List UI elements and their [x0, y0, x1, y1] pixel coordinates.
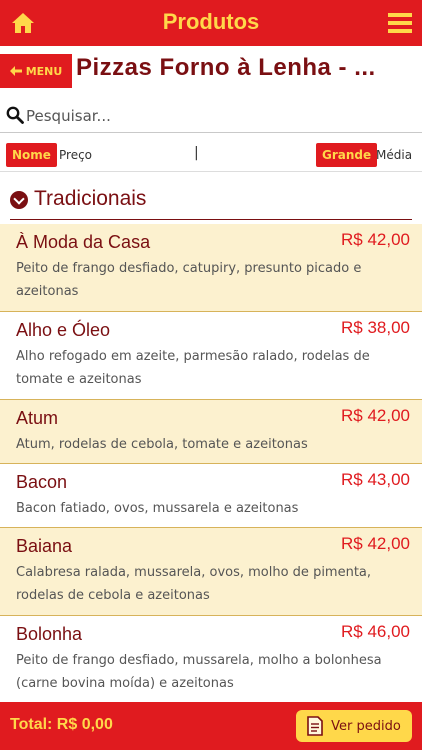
order-total: Total: R$ 0,00	[10, 716, 113, 733]
view-order-label: Ver pedido	[331, 718, 401, 734]
category-header[interactable]: Tradicionais	[10, 186, 412, 220]
product-price: R$ 46,00	[341, 622, 410, 641]
product-item[interactable]: Atum R$ 42,00 Atum, rodelas de cebola, t…	[0, 400, 422, 464]
product-description: Peito de frango desfiado, catupiry, pres…	[16, 261, 362, 299]
search-bar	[0, 101, 422, 133]
product-description: Alho refogado em azeite, parmesão ralado…	[16, 349, 370, 387]
top-app-bar: Produtos	[0, 0, 422, 46]
page-title: Pizzas Forno à Lenha - ...	[76, 54, 376, 81]
search-input[interactable]	[26, 103, 406, 129]
chevron-down-icon	[10, 191, 28, 209]
product-description: Bacon fatiado, ovos, mussarela e azeiton…	[16, 501, 299, 516]
product-item[interactable]: Alho e Óleo R$ 38,00 Alho refogado em az…	[0, 312, 422, 400]
size-large-button[interactable]: Grande	[316, 143, 378, 167]
view-order-button[interactable]: Ver pedido	[296, 710, 412, 742]
product-price: R$ 43,00	[341, 470, 410, 489]
product-price: R$ 38,00	[341, 318, 410, 337]
sort-by-price-button[interactable]: Preço	[59, 148, 92, 162]
product-description: Peito de frango desfiado, mussarela, mol…	[16, 653, 382, 691]
category-label: Tradicionais	[34, 187, 147, 210]
arrow-left-icon	[9, 66, 22, 76]
app-title: Produtos	[162, 9, 260, 34]
sort-separator: |	[194, 145, 199, 161]
page-heading: MENU Pizzas Forno à Lenha - ...	[0, 52, 422, 92]
sort-bar: Nome Preço | Grande Média	[0, 140, 422, 172]
hamburger-menu-icon[interactable]	[388, 12, 412, 34]
product-item[interactable]: Bacon R$ 43,00 Bacon fatiado, ovos, muss…	[0, 464, 422, 528]
product-description: Atum, rodelas de cebola, tomate e azeito…	[16, 437, 308, 452]
product-item[interactable]: Bolonha R$ 46,00 Peito de frango desfiad…	[0, 616, 422, 702]
product-description: Calabresa ralada, mussarela, ovos, molho…	[16, 565, 372, 603]
back-to-menu-button[interactable]: MENU	[0, 54, 72, 88]
bottom-bar: Total: R$ 0,00 Ver pedido	[0, 702, 422, 750]
receipt-icon	[307, 716, 323, 736]
sort-by-name-button[interactable]: Nome	[6, 143, 57, 167]
product-item[interactable]: À Moda da Casa R$ 42,00 Peito de frango …	[0, 224, 422, 312]
menu-button-label: MENU	[25, 64, 63, 78]
search-icon	[6, 106, 24, 124]
product-price: R$ 42,00	[341, 406, 410, 425]
size-medium-button[interactable]: Média	[376, 148, 412, 162]
product-item[interactable]: Baiana R$ 42,00 Calabresa ralada, mussar…	[0, 528, 422, 616]
product-price: R$ 42,00	[341, 230, 410, 249]
product-price: R$ 42,00	[341, 534, 410, 553]
